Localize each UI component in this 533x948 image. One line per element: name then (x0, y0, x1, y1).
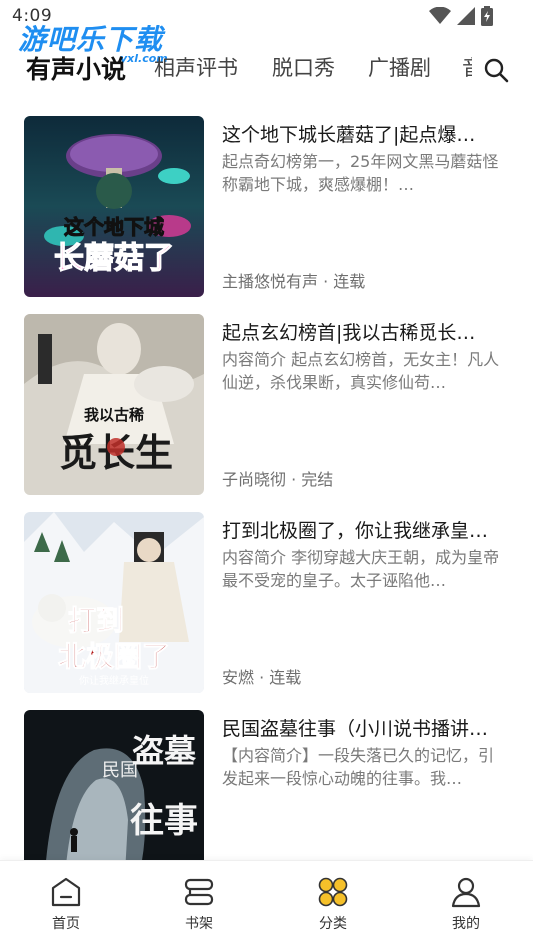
book-cover[interactable]: 打到 北极圈了 你让我继承皇位 (24, 512, 204, 693)
tab-audio-novel[interactable]: 有声小说 (26, 50, 126, 86)
book-title[interactable]: 这个地下城长蘑菇了|起点爆… (222, 120, 512, 147)
category-tabs: 有声小说 相声评书 脱口秀 广播剧 音 (0, 52, 533, 98)
nav-category-label: 分类 (319, 916, 347, 932)
wifi-icon (429, 7, 451, 24)
book-title[interactable]: 起点玄幻榜首|我以古稀觅长… (222, 318, 512, 345)
book-meta: 安燃 · 连载 (222, 668, 302, 687)
cover-title-line2: 北极圈了 (58, 640, 170, 673)
nav-bookshelf-label: 书架 (185, 916, 213, 932)
book-item[interactable]: 民国 盗墓 往事 民国盗墓往事（小川说书播讲… 【内容简介】一段失落已久的记忆，… (24, 710, 510, 860)
cover-title-line2: 长蘑菇了 (54, 241, 174, 276)
nav-profile[interactable]: 我的 (426, 875, 506, 939)
cover-subtitle: 你让我继承皇位 (79, 674, 149, 687)
cover-title-line1: 打到 (68, 604, 124, 637)
book-meta: 子尚晓彻 · 完结 (222, 470, 334, 489)
tab-talk-show[interactable]: 脱口秀 (272, 52, 335, 82)
book-cover[interactable]: 民国 盗墓 往事 (24, 710, 204, 860)
book-cover[interactable]: 这个地下城 长蘑菇了 (24, 116, 204, 297)
battery-icon (481, 6, 493, 26)
book-item[interactable]: 打到 北极圈了 你让我继承皇位 打到北极圈了，你让我继承皇… 内容简介 李彻穿越… (24, 512, 510, 694)
book-cover[interactable]: 我以古稀 觅长生 (24, 314, 204, 495)
nav-category[interactable]: 分类 (293, 875, 373, 939)
nav-home-label: 首页 (52, 916, 80, 932)
cover-title-line1: 这个地下城 (64, 215, 164, 239)
status-icons (429, 6, 493, 26)
cover-title-line1: 我以古稀 (84, 406, 144, 424)
tab-crosstalk[interactable]: 相声评书 (154, 52, 238, 82)
nav-profile-label: 我的 (452, 916, 480, 932)
category-icon (318, 877, 348, 907)
user-icon (451, 877, 481, 908)
bottom-nav: 首页 书架 分类 我的 (0, 860, 533, 948)
cover-title-line3: 往事 (130, 801, 198, 841)
search-icon[interactable] (483, 57, 509, 83)
book-item[interactable]: 这个地下城 长蘑菇了 这个地下城长蘑菇了|起点爆… 起点奇幻榜第一，25年网文黑… (24, 116, 510, 298)
cover-title-line2: 盗墓 (132, 732, 197, 770)
book-description: 内容简介 李彻穿越大庆王朝，成为皇帝最不受宠的皇子。太子诬陷他… (222, 548, 500, 590)
nav-bookshelf[interactable]: 书架 (159, 875, 239, 939)
book-description: 内容简介 起点玄幻榜首，无女主！凡人仙逆，杀伐果断，真实修仙苟… (222, 350, 500, 392)
bookshelf-icon (184, 878, 214, 906)
book-description: 起点奇幻榜第一，25年网文黑马蘑菇怪称霸地下城，爽感爆棚！… (222, 152, 499, 194)
book-meta: 主播悠悦有声 · 连载 (222, 272, 366, 291)
tab-radio-drama[interactable]: 广播剧 (368, 52, 431, 82)
tab-music[interactable]: 音 (462, 52, 472, 82)
book-description: 【内容简介】一段失落已久的记忆，引发起来一段惊心动魄的往事。我… (222, 746, 495, 788)
signal-icon (457, 7, 475, 25)
book-item[interactable]: 我以古稀 觅长生 起点玄幻榜首|我以古稀觅长… 内容简介 起点玄幻榜首，无女主！… (24, 314, 510, 496)
home-icon (51, 877, 81, 907)
nav-home[interactable]: 首页 (26, 875, 106, 939)
book-title[interactable]: 打到北极圈了，你让我继承皇… (222, 516, 512, 543)
book-title[interactable]: 民国盗墓往事（小川说书播讲… (222, 714, 510, 741)
